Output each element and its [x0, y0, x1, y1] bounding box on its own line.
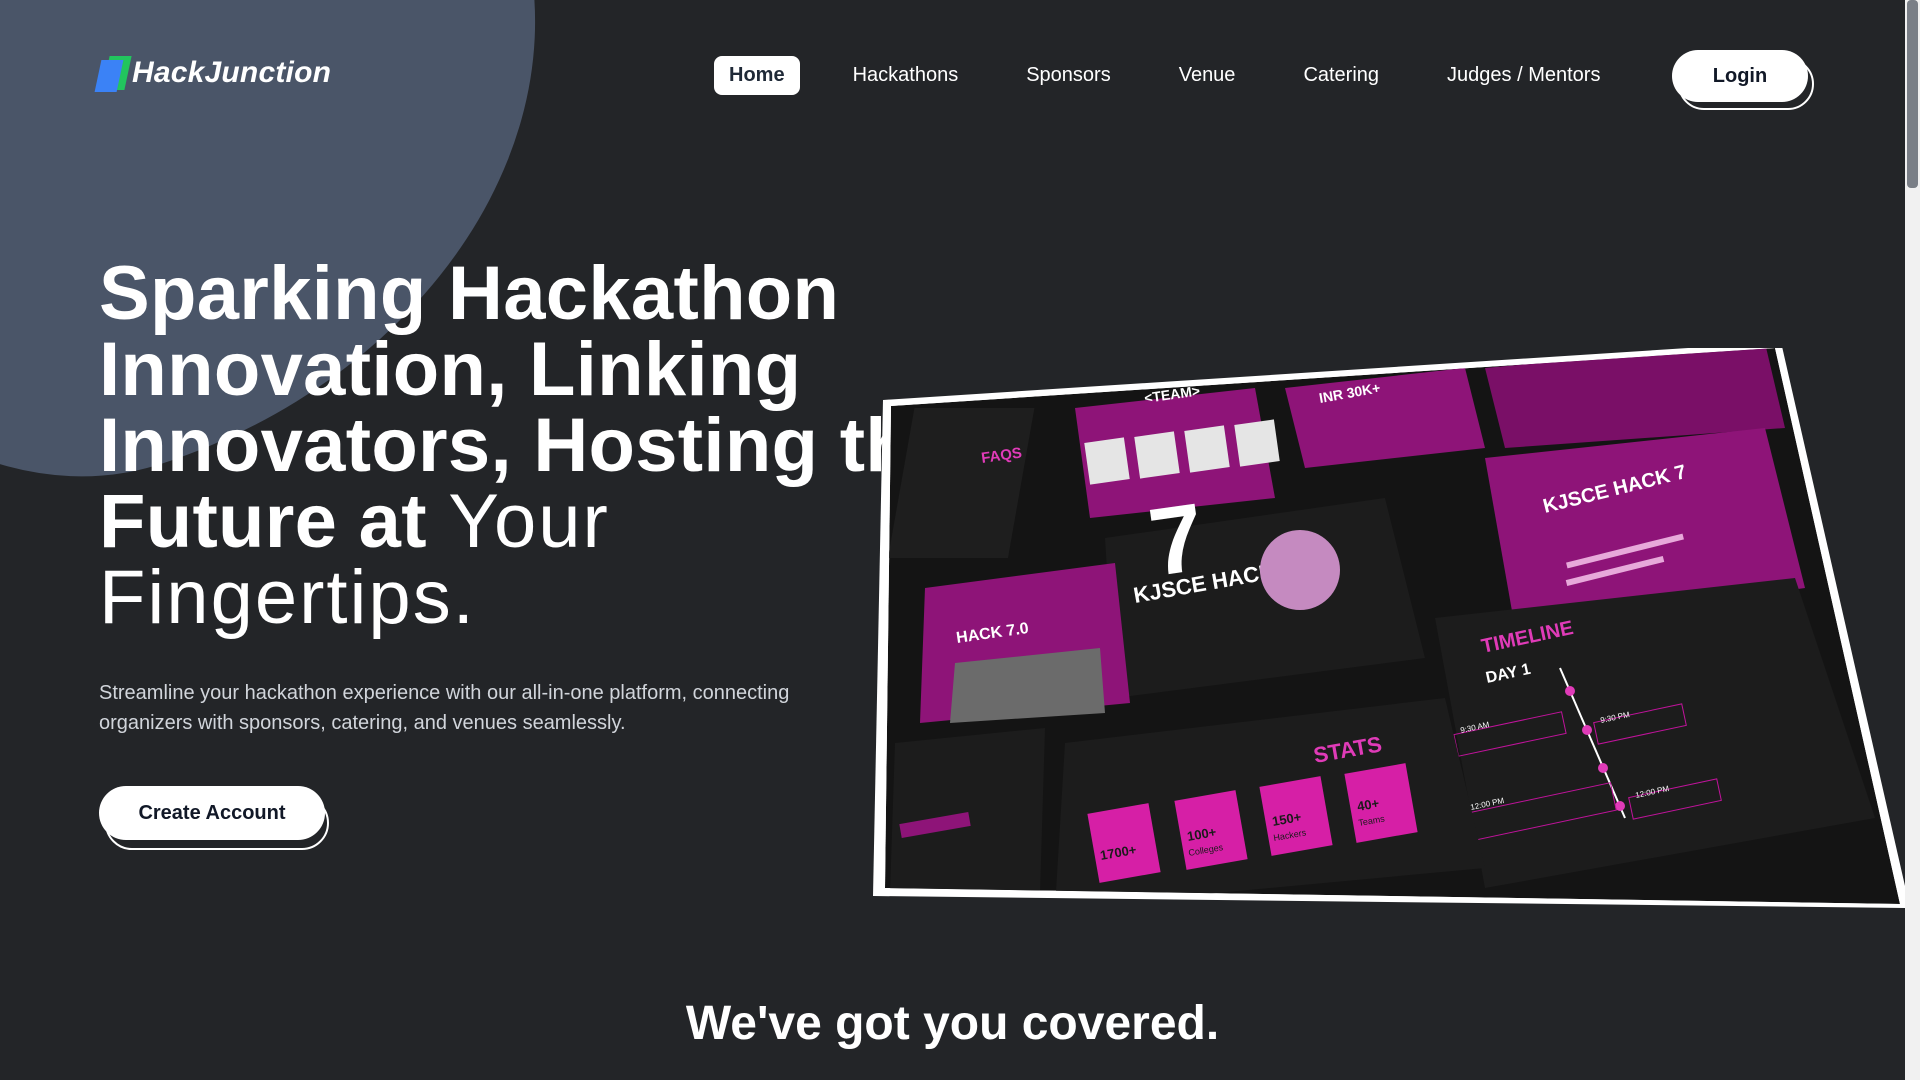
- nav-sponsors[interactable]: Sponsors: [1011, 56, 1126, 95]
- hero-title: Sparking Hackathon Innovation, Linking I…: [99, 256, 979, 636]
- nav-venue[interactable]: Venue: [1164, 56, 1251, 95]
- logo-icon: [94, 56, 132, 92]
- mockup-stat-4: 40+ Teams: [1344, 763, 1418, 843]
- section-title: We've got you covered.: [685, 997, 1220, 1050]
- main-nav: Home Hackathons Sponsors Venue Catering …: [714, 56, 1653, 95]
- mockup-spark-graphic: [1260, 530, 1340, 610]
- page-scrollbar[interactable]: [1905, 0, 1920, 1080]
- brand-name: HackJunction: [132, 56, 332, 89]
- hero-subtitle: Streamline your hackathon experience wit…: [99, 682, 790, 734]
- dashboard-mockup-image: FAQS <TEAM> INR 30K+ KJSCE HACK 7 7 KJSC…: [873, 348, 1905, 908]
- nav-hackathons[interactable]: Hackathons: [838, 56, 974, 95]
- brand-logo[interactable]: HackJunction: [94, 56, 332, 92]
- mockup-stat-3: 150+ Hackers: [1259, 776, 1333, 856]
- mockup-stat-1: 1700+: [1087, 803, 1161, 883]
- nav-catering[interactable]: Catering: [1288, 56, 1394, 95]
- nav-judges-mentors[interactable]: Judges / Mentors: [1432, 56, 1615, 95]
- mockup-stat-2: 100+ Colleges: [1174, 790, 1248, 870]
- create-account-button[interactable]: Create Account: [99, 786, 325, 840]
- scrollbar-thumb[interactable]: [1907, 0, 1918, 188]
- site-header: HackJunction Home Hackathons Sponsors Ve…: [0, 0, 1905, 150]
- login-button[interactable]: Login: [1672, 50, 1808, 102]
- nav-home[interactable]: Home: [714, 56, 800, 95]
